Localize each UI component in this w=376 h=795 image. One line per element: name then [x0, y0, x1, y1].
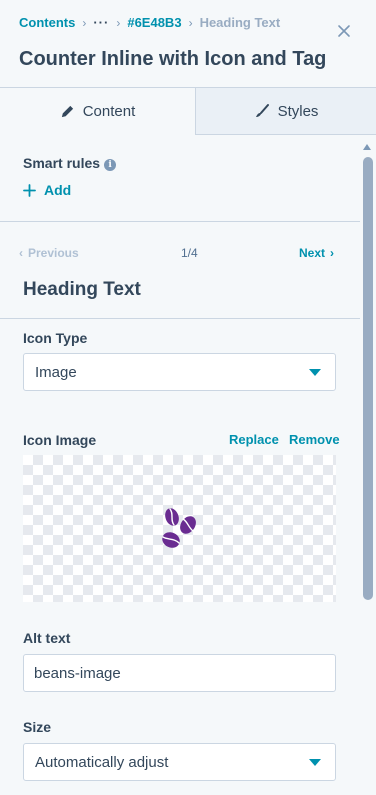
- icon-image-preview[interactable]: [23, 455, 336, 602]
- alt-text-value: beans-image: [34, 664, 121, 682]
- panel-title: Counter Inline with Icon and Tag: [19, 48, 327, 70]
- size-label: Size: [23, 719, 52, 735]
- tab-styles-label: Styles: [277, 102, 319, 120]
- icon-type-label: Icon Type: [23, 330, 88, 346]
- breadcrumb-ellipsis[interactable]: ···: [93, 15, 109, 30]
- add-smart-rule-button[interactable]: Add: [23, 182, 71, 198]
- tab-content[interactable]: Content: [0, 88, 195, 135]
- chevron-right-icon: ›: [82, 15, 87, 30]
- plus-icon: [23, 183, 36, 197]
- next-label: Next: [299, 246, 326, 260]
- scrollbar-thumb[interactable]: [363, 157, 373, 600]
- size-select[interactable]: Automatically adjust: [23, 743, 336, 781]
- info-icon[interactable]: i: [104, 159, 117, 171]
- icon-type-select[interactable]: Image: [23, 353, 336, 391]
- smart-rules-text: Smart rules: [23, 155, 101, 171]
- smart-rules-label: Smart rules i: [23, 155, 117, 171]
- tab-bar: Content Styles: [0, 87, 376, 136]
- breadcrumb-contents-link[interactable]: Contents: [19, 15, 75, 30]
- remove-image-button[interactable]: Remove: [289, 432, 340, 447]
- coffee-beans-icon: [162, 508, 196, 548]
- chevron-right-icon: ›: [188, 15, 193, 30]
- add-label: Add: [44, 182, 72, 198]
- chevron-right-icon: ›: [116, 15, 121, 30]
- chevron-left-icon: ‹: [19, 246, 23, 260]
- alt-text-input[interactable]: beans-image: [23, 654, 336, 692]
- icon-image-label: Icon Image: [23, 432, 97, 448]
- size-value: Automatically adjust: [35, 753, 169, 771]
- pager-count: 1/4: [181, 246, 198, 260]
- brush-icon: [255, 104, 269, 117]
- icon-type-value: Image: [35, 363, 77, 381]
- breadcrumb-current: Heading Text: [199, 15, 281, 30]
- close-icon[interactable]: [335, 22, 353, 40]
- caret-down-icon: [309, 369, 321, 376]
- alt-text-label: Alt text: [23, 630, 71, 646]
- panel-header: Contents › ··· › #6E48B3 › Heading Text …: [0, 0, 376, 87]
- replace-image-button[interactable]: Replace: [229, 432, 279, 447]
- next-button[interactable]: Next ›: [299, 246, 334, 260]
- tab-styles[interactable]: Styles: [195, 88, 376, 135]
- divider: [0, 221, 360, 222]
- module-heading: Heading Text: [23, 279, 141, 300]
- chevron-right-icon: ›: [330, 246, 335, 260]
- scroll-up-arrow-icon[interactable]: [363, 144, 371, 150]
- pencil-icon: [61, 105, 73, 118]
- tab-content-label: Content: [82, 103, 136, 120]
- divider: [0, 318, 360, 319]
- previous-button[interactable]: ‹ Previous: [19, 246, 79, 260]
- breadcrumb: Contents › ··· › #6E48B3 › Heading Text: [19, 15, 280, 30]
- caret-down-icon: [309, 759, 321, 766]
- breadcrumb-id-link[interactable]: #6E48B3: [127, 15, 181, 30]
- previous-label: Previous: [28, 246, 79, 260]
